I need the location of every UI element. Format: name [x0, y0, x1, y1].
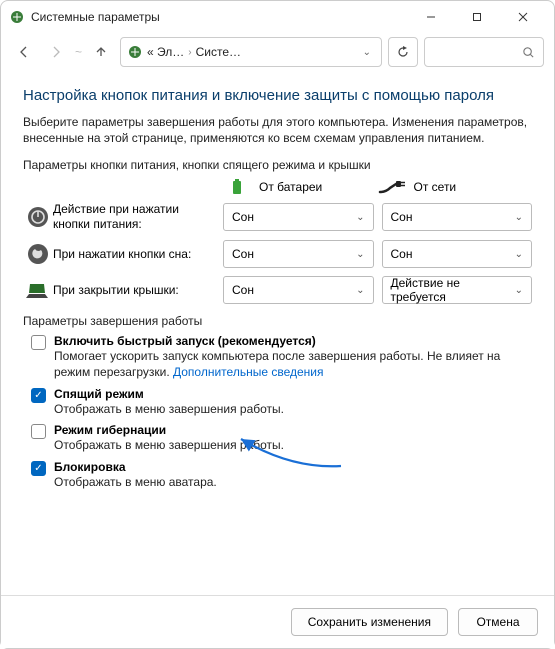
- sleep-battery-select[interactable]: Сон ⌄: [223, 240, 374, 268]
- column-battery: От батареи: [223, 178, 378, 196]
- nav-separator: ~: [75, 45, 82, 59]
- chevron-down-icon: ⌄: [356, 285, 364, 296]
- checkbox-lock[interactable]: ✓: [31, 461, 46, 476]
- select-value: Сон: [232, 210, 254, 224]
- breadcrumb[interactable]: « Эл… › Систе… ⌄: [120, 37, 382, 67]
- close-button[interactable]: [500, 1, 546, 33]
- window-title: Системные параметры: [31, 10, 408, 24]
- shutdown-section: Параметры завершения работы Включить быс…: [23, 314, 532, 490]
- row-sleep-button: При нажатии кнопки сна: Сон ⌄ Сон ⌄: [23, 240, 532, 268]
- hibernate-desc: Отображать в меню завершения работы.: [54, 438, 532, 454]
- lock-desc: Отображать в меню аватара.: [54, 475, 532, 491]
- lid-battery-select[interactable]: Сон ⌄: [223, 276, 374, 304]
- plug-icon: [378, 178, 406, 196]
- battery-icon: [223, 178, 251, 196]
- select-value: Сон: [232, 247, 254, 261]
- chevron-down-icon: ⌄: [515, 285, 523, 296]
- column-ac-label: От сети: [414, 180, 457, 194]
- titlebar: Системные параметры: [1, 1, 554, 33]
- refresh-button[interactable]: [388, 37, 418, 67]
- sleep-title: Спящий режим: [54, 387, 532, 401]
- select-value: Сон: [391, 210, 413, 224]
- chevron-down-icon: ⌄: [515, 249, 523, 260]
- app-icon: [9, 9, 25, 25]
- lock-title: Блокировка: [54, 460, 532, 474]
- select-value: Сон: [391, 247, 413, 261]
- checkbox-sleep[interactable]: ✓: [31, 388, 46, 403]
- power-settings-table: От батареи От сети Действие при нажатии …: [23, 178, 532, 304]
- row-power-button: Действие при нажатии кнопки питания: Сон…: [23, 202, 532, 232]
- option-hibernate: Режим гибернации Отображать в меню завер…: [31, 423, 532, 454]
- select-value: Сон: [232, 283, 254, 297]
- column-battery-label: От батареи: [259, 180, 322, 194]
- sleep-ac-select[interactable]: Сон ⌄: [382, 240, 533, 268]
- power-button-icon: [23, 206, 53, 228]
- navbar: ~ « Эл… › Систе… ⌄: [1, 33, 554, 75]
- minimize-button[interactable]: [408, 1, 454, 33]
- fast-startup-title: Включить быстрый запуск (рекомендуется): [54, 334, 532, 348]
- shutdown-section-label: Параметры завершения работы: [23, 314, 532, 328]
- fast-startup-desc: Помогает ускорить запуск компьютера посл…: [54, 349, 532, 380]
- footer: Сохранить изменения Отмена: [1, 595, 554, 648]
- sleep-button-icon: [23, 243, 53, 265]
- search-icon: [522, 46, 535, 59]
- page-title: Настройка кнопок питания и включение защ…: [23, 87, 532, 104]
- option-fast-startup: Включить быстрый запуск (рекомендуется) …: [31, 334, 532, 380]
- row-sleep-label: При нажатии кнопки сна:: [53, 247, 223, 262]
- content-area: Настройка кнопок питания и включение защ…: [1, 75, 554, 490]
- forward-button[interactable]: [43, 39, 69, 65]
- row-lid: При закрытии крышки: Сон ⌄ Действие не т…: [23, 276, 532, 304]
- chevron-down-icon: ⌄: [356, 212, 364, 223]
- select-value: Действие не требуется: [391, 276, 515, 304]
- back-button[interactable]: [11, 39, 37, 65]
- option-sleep: ✓ Спящий режим Отображать в меню заверше…: [31, 387, 532, 418]
- row-power-label: Действие при нажатии кнопки питания:: [53, 202, 223, 232]
- checkbox-fast-startup[interactable]: [31, 335, 46, 350]
- cancel-button[interactable]: Отмена: [458, 608, 538, 636]
- chevron-down-icon: ⌄: [515, 212, 523, 223]
- save-button[interactable]: Сохранить изменения: [291, 608, 448, 636]
- lid-icon: [23, 280, 53, 300]
- column-ac: От сети: [378, 178, 533, 196]
- breadcrumb-icon: [127, 44, 143, 60]
- power-battery-select[interactable]: Сон ⌄: [223, 203, 374, 231]
- chevron-right-icon: ›: [188, 47, 191, 58]
- more-info-link[interactable]: Дополнительные сведения: [173, 365, 323, 379]
- maximize-button[interactable]: [454, 1, 500, 33]
- option-lock: ✓ Блокировка Отображать в меню аватара.: [31, 460, 532, 491]
- intro-text: Выберите параметры завершения работы для…: [23, 114, 532, 146]
- sleep-desc: Отображать в меню завершения работы.: [54, 402, 532, 418]
- lid-ac-select[interactable]: Действие не требуется ⌄: [382, 276, 533, 304]
- chevron-down-icon: ⌄: [356, 249, 364, 260]
- power-section-label: Параметры кнопки питания, кнопки спящего…: [23, 158, 532, 172]
- breadcrumb-dropdown-icon[interactable]: ⌄: [363, 47, 375, 58]
- hibernate-title: Режим гибернации: [54, 423, 532, 437]
- breadcrumb-seg-1[interactable]: « Эл…: [147, 45, 184, 59]
- up-button[interactable]: [88, 39, 114, 65]
- row-lid-label: При закрытии крышки:: [53, 283, 223, 298]
- power-ac-select[interactable]: Сон ⌄: [382, 203, 533, 231]
- breadcrumb-seg-2[interactable]: Систе…: [196, 45, 241, 59]
- search-input[interactable]: [424, 37, 544, 67]
- checkbox-hibernate[interactable]: [31, 424, 46, 439]
